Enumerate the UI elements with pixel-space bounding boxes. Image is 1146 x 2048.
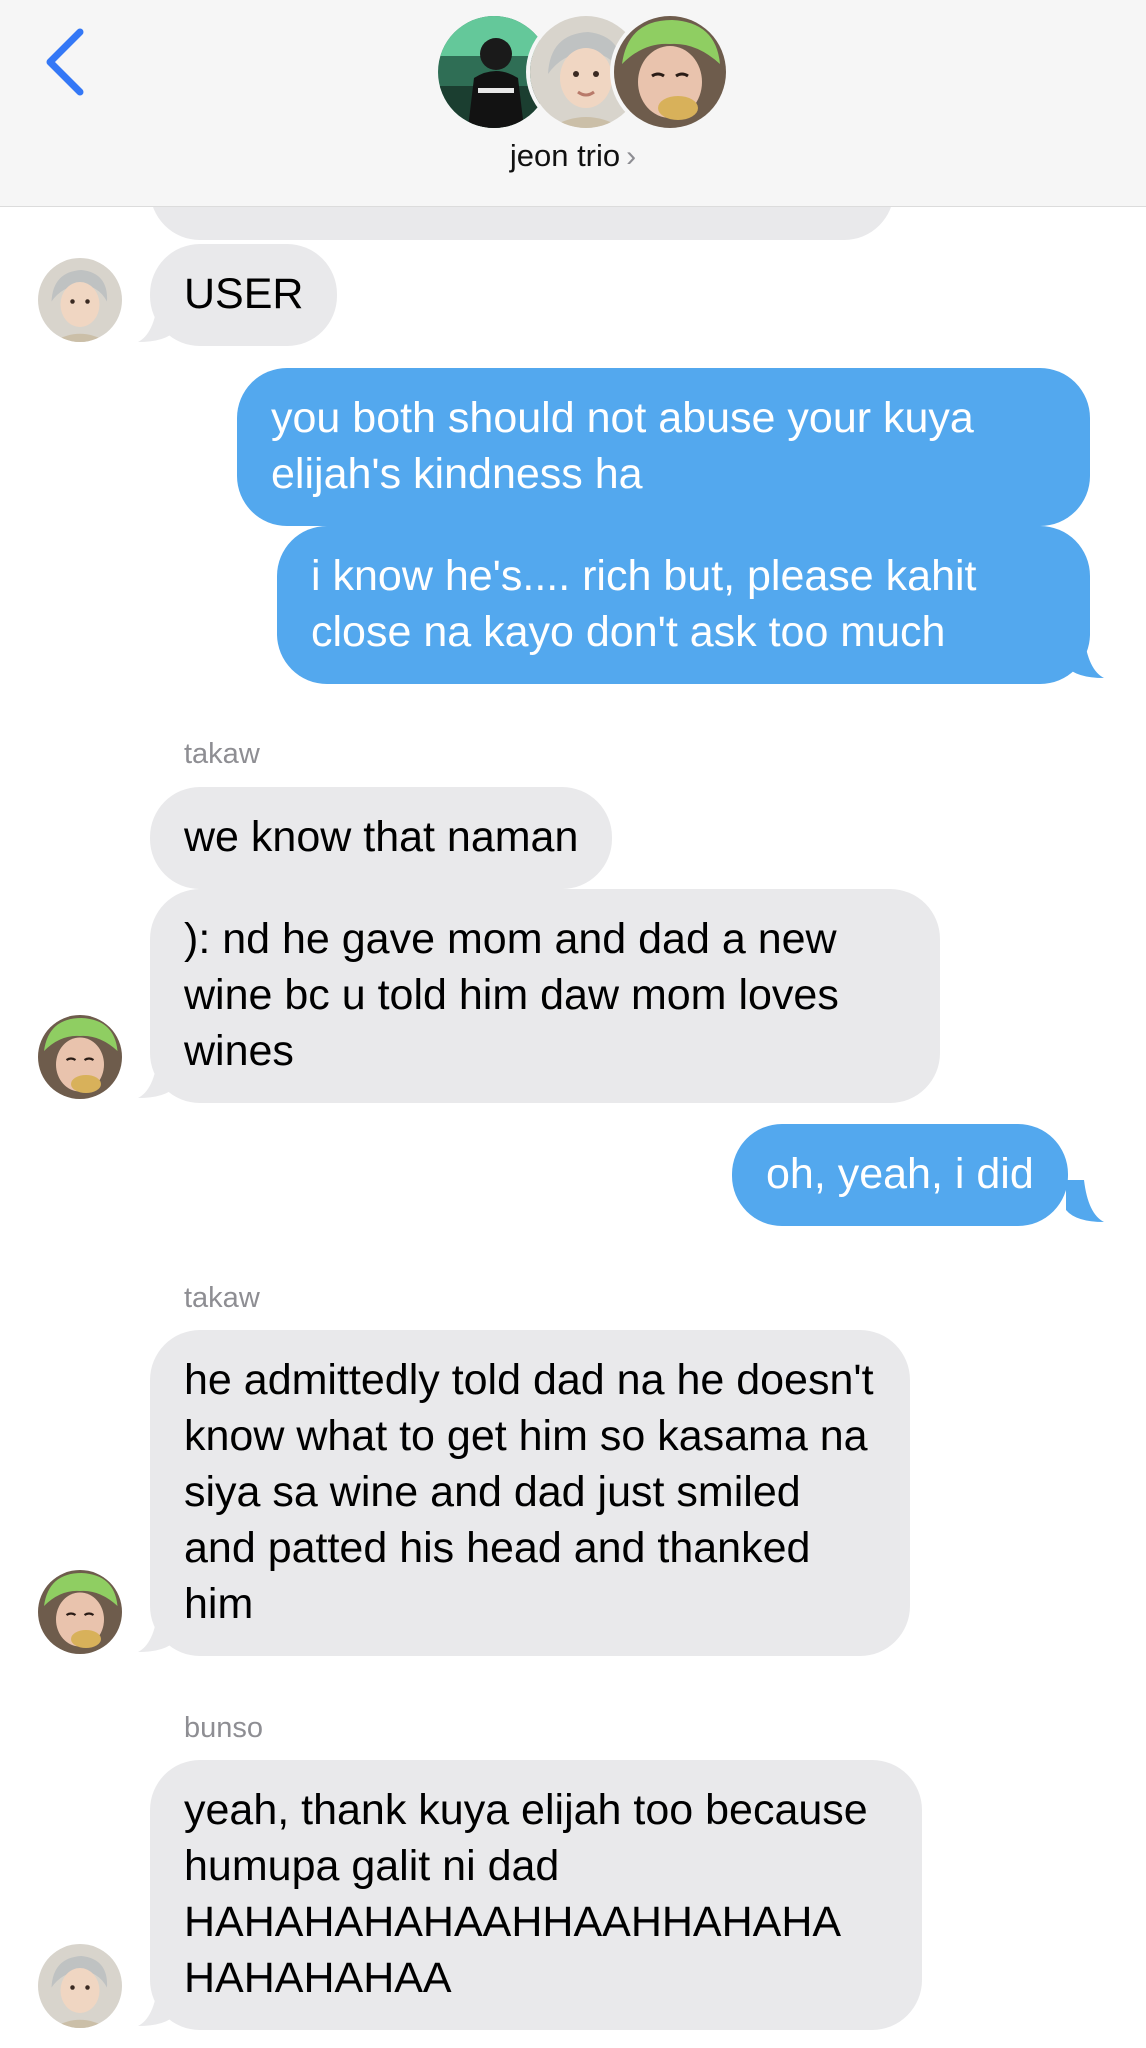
sender-avatar (38, 258, 122, 342)
message-bubble: oh, yeah, i did (732, 1124, 1068, 1226)
message-bubble: we know that naman (150, 787, 613, 889)
message-bubble: USER (150, 244, 338, 346)
message-bubble: you both should not abuse your kuya elij… (237, 368, 1090, 526)
sender-avatar (38, 1570, 122, 1654)
message-bubble: yeah, thank kuya elijah too because humu… (150, 1760, 922, 2030)
sender-avatar (38, 1944, 122, 2028)
group-avatars[interactable] (434, 12, 730, 132)
message-bubble: ): nd he gave mom and dad a new wine bc … (150, 889, 940, 1103)
avatar-member-3 (610, 12, 730, 132)
sender-name: bunso (184, 1712, 264, 1744)
sender-name: takaw (184, 738, 260, 770)
chat-screen: jeon trio › USER you both should not abus… (0, 0, 1146, 2048)
chevron-right-icon: › (626, 140, 637, 173)
message-bubble: he admittedly told dad na he doesn't kno… (150, 1330, 910, 1656)
bubble-tail (1066, 636, 1104, 678)
chevron-left-icon (46, 28, 84, 96)
sender-avatar (38, 1015, 122, 1099)
message-bubble: i know he's.... rich but, please kahit c… (277, 526, 1090, 684)
group-name[interactable]: jeon trio › (0, 136, 1146, 177)
sender-name: takaw (184, 1282, 260, 1314)
bubble-tail (1066, 1180, 1104, 1222)
group-name-label: jeon trio (509, 138, 621, 173)
back-button[interactable] (40, 22, 100, 102)
conversation-header: jeon trio › (0, 0, 1146, 207)
